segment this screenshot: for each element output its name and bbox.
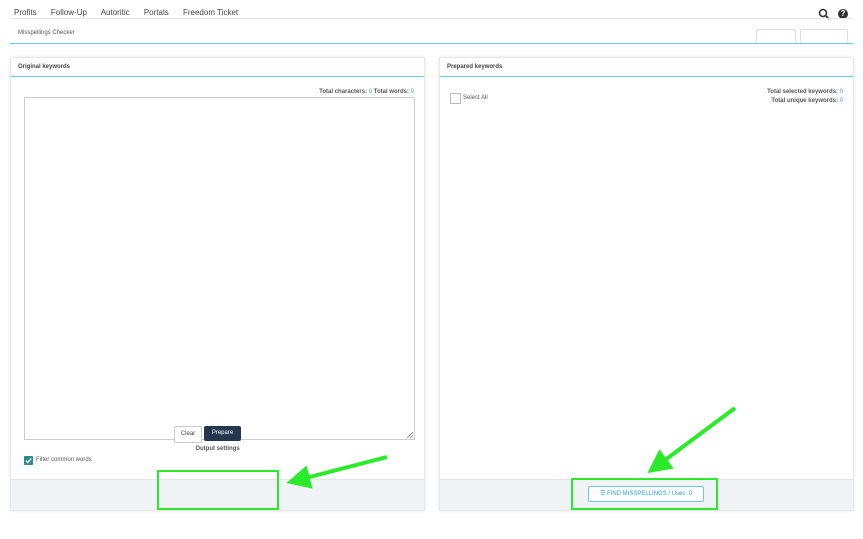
page-title-bar: Misspellings Checker: [10, 28, 853, 44]
total-characters-label: Total characters:: [319, 89, 368, 95]
total-characters-value: 0: [368, 89, 373, 95]
select-all-checkbox[interactable]: [450, 93, 461, 104]
output-settings-heading: Output settings: [195, 446, 240, 452]
total-selected-label: Total selected keywords:: [767, 89, 838, 95]
total-words-value: 0: [410, 89, 414, 95]
panel-header: Original keywords: [11, 58, 424, 77]
total-unique-keywords: Total unique keywords: 0: [771, 98, 843, 104]
select-all-label: Select All: [463, 95, 488, 101]
prepare-button[interactable]: Prepare: [204, 426, 241, 441]
panel-title: Prepared keywords: [447, 64, 503, 70]
total-words-label: Total words:: [373, 89, 409, 95]
nav-item-freedom-ticket[interactable]: Freedom Ticket: [183, 8, 238, 17]
nav-divider: [10, 18, 853, 19]
prepared-keywords-panel: Prepared keywords Select All Total selec…: [439, 57, 854, 511]
panel-header: Prepared keywords: [440, 58, 853, 77]
filter-common-words-label: Filter common words: [36, 457, 92, 463]
clear-button[interactable]: Clear: [174, 426, 202, 443]
nav-item-autoritic[interactable]: Autoritic: [101, 8, 130, 17]
nav-item-follow-up[interactable]: Follow-Up: [51, 8, 87, 17]
prepare-highlight-box: [157, 470, 279, 510]
check-icon: [25, 458, 32, 464]
character-word-count: Total characters: 0 Total words: 0: [319, 89, 414, 95]
panel-title: Original keywords: [18, 64, 71, 70]
nav-item-profits[interactable]: Profits: [14, 8, 37, 17]
find-highlight-box: [571, 478, 718, 510]
search-icon[interactable]: [818, 8, 830, 23]
nav-items: Profits Follow-Up Autoritic Portals Free…: [14, 8, 250, 17]
title-divider: [10, 43, 853, 44]
titlebar-button-2[interactable]: [800, 29, 848, 44]
nav-item-portals[interactable]: Portals: [144, 8, 169, 17]
resize-handle[interactable]: [407, 432, 413, 438]
titlebar-button-1[interactable]: [756, 29, 796, 44]
page-title: Misspellings Checker: [18, 30, 75, 36]
filter-common-words-checkbox[interactable]: [24, 456, 33, 465]
total-unique-label: Total unique keywords:: [771, 98, 838, 104]
total-unique-value: 0: [839, 98, 843, 104]
total-selected-value: 0: [839, 89, 843, 95]
original-keywords-panel: Original keywords Total characters: 0 To…: [10, 57, 425, 511]
total-selected-keywords: Total selected keywords: 0: [767, 89, 843, 95]
keywords-textarea[interactable]: [24, 97, 415, 440]
